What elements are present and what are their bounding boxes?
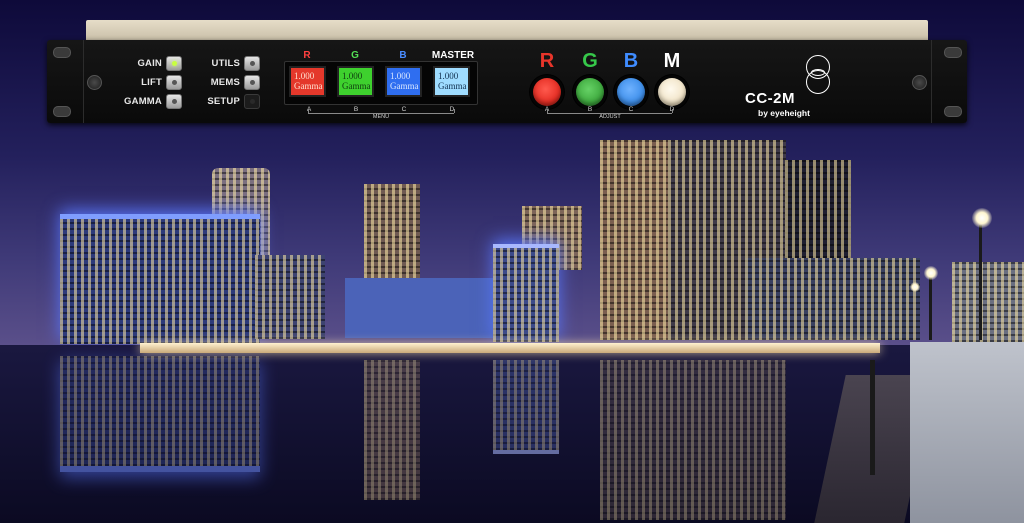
menu-bracket-tick (454, 109, 455, 113)
display-header-master: MASTER (431, 50, 475, 61)
bollard (870, 360, 875, 475)
lcd-display-bank: 1.000 Gamma 1.000 Gamma 1.000 Gamma 1.00… (284, 61, 478, 105)
reflection-towers (600, 360, 786, 520)
knob-key-c: C (628, 106, 634, 113)
building-far-right (952, 262, 1024, 342)
rack-ear-hole (53, 106, 71, 117)
display-header-r: R (303, 50, 311, 61)
adjust-knob-r[interactable] (533, 78, 561, 106)
setup-label: SETUP (207, 96, 240, 107)
long-office (745, 258, 920, 340)
lift-label: LIFT (141, 77, 162, 88)
display-header-b: B (399, 50, 407, 61)
lamp-post (979, 225, 982, 340)
manufacturer-byline: by eyeheight (758, 108, 810, 118)
lcd-value: 1.000 (438, 71, 459, 81)
led-icon (250, 61, 255, 66)
mems-label: MEMS (210, 77, 240, 88)
lcd-display-g[interactable]: 1.000 Gamma (337, 66, 374, 97)
logo-eye-icon (811, 69, 825, 76)
rack-ear-hole (944, 47, 962, 58)
lcd-param: Gamma (390, 81, 419, 91)
knob-letter-b: B (623, 50, 639, 72)
rack-ear-hole (944, 106, 962, 117)
rack-ear-hole (53, 47, 71, 58)
adjust-bracket-tick (672, 109, 673, 113)
adjust-bracket-tick (547, 109, 548, 113)
mems-button[interactable] (244, 75, 260, 90)
product-name: CC-2M (745, 90, 795, 107)
rack-ear-divider (931, 40, 932, 123)
lcd-value: 1.000 (342, 71, 363, 81)
adjust-knob-g[interactable] (576, 78, 604, 106)
tall-tower-right (600, 140, 668, 340)
media-building (493, 244, 559, 342)
lit-promenade (140, 343, 880, 353)
led-icon (172, 61, 177, 66)
menu-key-c[interactable]: C (397, 106, 411, 113)
menu-key-a[interactable]: A (302, 106, 316, 113)
reflection-media (493, 360, 559, 454)
knob-letter-r: R (539, 50, 555, 72)
utils-label: UTILS (211, 58, 240, 69)
street-lamp (972, 208, 992, 228)
lcd-param: Gamma (438, 81, 467, 91)
reflection-center (364, 360, 420, 500)
display-header-g: G (351, 50, 359, 61)
gamma-label: GAMMA (124, 96, 162, 107)
lcd-param: Gamma (294, 81, 323, 91)
knob-key-b: B (587, 106, 593, 113)
led-icon (172, 80, 177, 85)
gain-label: GAIN (137, 58, 162, 69)
lcd-param: Gamma (342, 81, 371, 91)
utils-button[interactable] (244, 56, 260, 71)
panel-screw (912, 75, 927, 90)
adjust-label: ADJUST (599, 114, 621, 120)
office-block-left (255, 255, 325, 339)
reflection-blue-building (60, 356, 260, 472)
menu-key-d[interactable]: D (445, 106, 459, 113)
adjust-knob-m[interactable] (658, 78, 686, 106)
setup-button[interactable] (244, 94, 260, 109)
panel-screw (87, 75, 102, 90)
rack-unit-top-cover (86, 20, 928, 42)
led-icon (250, 80, 255, 85)
adjust-knob-b[interactable] (617, 78, 645, 106)
lamp-post (929, 275, 932, 340)
lcd-value: 1.000 (390, 71, 411, 81)
dark-tower (785, 160, 851, 270)
led-icon (250, 99, 255, 104)
menu-bracket-tick (308, 109, 309, 113)
low-blue-building (345, 278, 495, 338)
lcd-display-r[interactable]: 1.000 Gamma (289, 66, 326, 97)
street-lamp (910, 282, 920, 292)
led-icon (172, 99, 177, 104)
menu-label: MENU (372, 114, 390, 120)
rack-ear-divider (83, 40, 84, 123)
lcd-display-b[interactable]: 1.000 Gamma (385, 66, 422, 97)
lcd-value: 1.000 (294, 71, 315, 81)
menu-key-b[interactable]: B (349, 106, 363, 113)
knob-letter-m: M (663, 50, 681, 72)
blue-lit-building (60, 214, 260, 344)
street-lamp (924, 266, 938, 280)
stone-wall (910, 342, 1024, 523)
lcd-display-master[interactable]: 1.000 Gamma (433, 66, 470, 97)
knob-letter-g: G (582, 50, 598, 72)
